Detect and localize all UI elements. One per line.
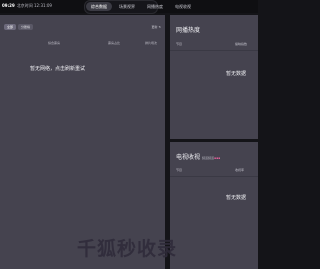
panel-subtitle-accent: ▪▪▪ — [214, 156, 221, 160]
empty-retry-message[interactable]: 暂无网络，点击刷新重试 — [30, 65, 85, 72]
box-office-panel: 全部 分账榜 更新 ↻ 综合票房 票房占比 排片场次 暂无网络，点击刷新重试 — [0, 15, 165, 269]
column-header: 票房占比 — [108, 41, 121, 45]
tab-bar: 综合数据 场景视界 网播热度 电视收视 — [86, 1, 198, 11]
table-header: 节目 播映指数 — [170, 42, 258, 48]
clock-time: 09:29 — [2, 3, 15, 8]
refresh-button[interactable]: 更新 ↻ — [152, 25, 161, 29]
column-header: 综合票房 — [48, 41, 61, 45]
tab-tv-ratings[interactable]: 电视收视 — [170, 2, 196, 11]
web-heat-panel: 网播热度 节目 播映指数 暂无数据 — [170, 15, 258, 139]
tab-overview[interactable]: 综合数据 — [86, 1, 112, 11]
filter-pill-all[interactable]: 全部 — [4, 24, 17, 30]
empty-message: 暂无数据 — [225, 71, 246, 77]
top-bar: 09:29 北京时间 12:31:09 综合数据 场景视界 网播热度 电视收视 — [0, 0, 258, 14]
column-header: 收视率 — [235, 168, 245, 172]
table-header: 节目 收视率 — [170, 168, 258, 174]
panel-subtitle-text: 频道频道 — [202, 156, 215, 160]
column-header: 播映指数 — [235, 42, 248, 46]
divider — [170, 50, 258, 51]
filter-pills: 全部 分账榜 — [4, 24, 35, 30]
tv-ratings-panel: 电视收视 频道频道▪▪▪ 节目 收视率 暂无数据 — [170, 142, 258, 269]
panel-title: 网播热度 — [176, 27, 201, 34]
table-header: 综合票房 票房占比 排片场次 — [0, 41, 165, 47]
panel-title-text: 电视收视 — [176, 154, 201, 161]
column-header: 排片场次 — [145, 41, 158, 45]
tab-scene[interactable]: 场景视界 — [114, 2, 140, 11]
column-header: 节目 — [176, 168, 183, 172]
clock: 09:29 北京时间 12:31:09 — [2, 3, 52, 9]
watermark: 千狐秒收录 — [77, 238, 178, 260]
tab-web-heat[interactable]: 网播热度 — [142, 2, 168, 11]
panel-title: 电视收视 频道频道▪▪▪ — [176, 152, 220, 161]
divider — [170, 176, 258, 177]
column-header: 节目 — [176, 42, 183, 46]
empty-message: 暂无数据 — [225, 195, 246, 201]
clock-label: 北京时间 12:31:09 — [16, 3, 52, 8]
filter-pill-split[interactable]: 分账榜 — [18, 24, 34, 30]
panel-subtitle: 频道频道▪▪▪ — [202, 156, 220, 160]
